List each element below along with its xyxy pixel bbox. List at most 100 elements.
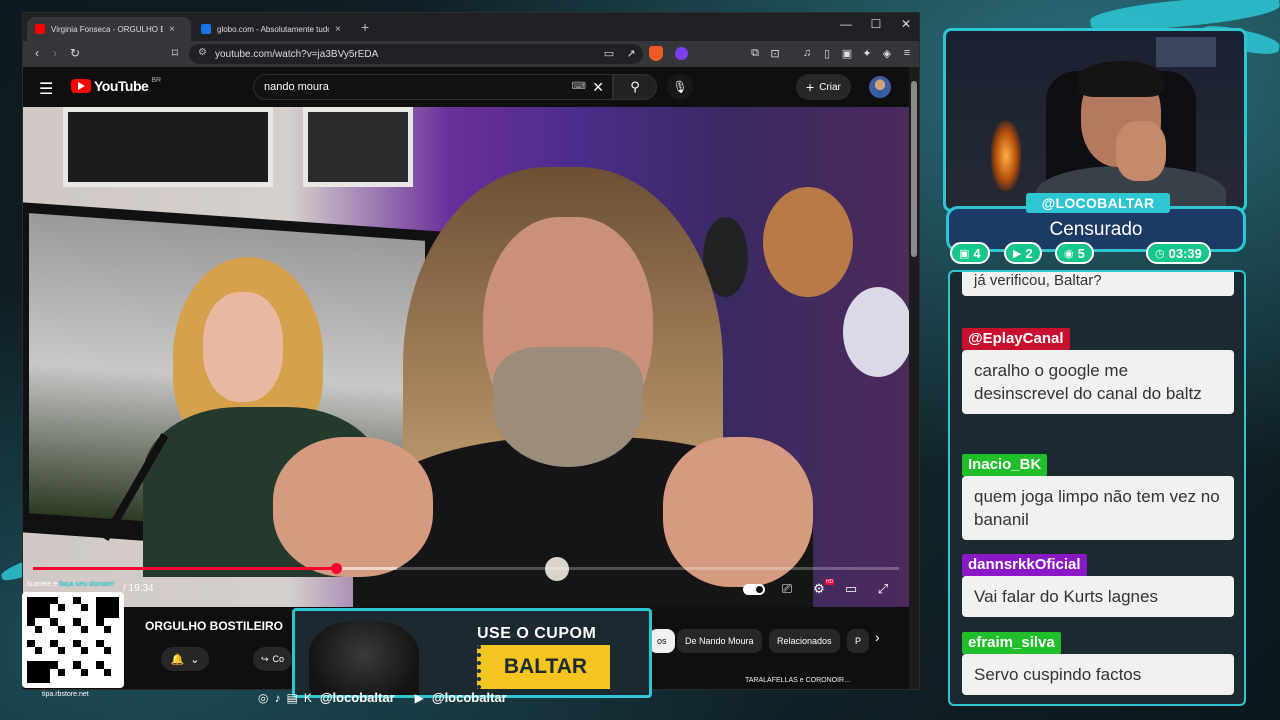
- guitar: [763, 187, 853, 297]
- qr-module: [95, 639, 104, 648]
- close-window-button[interactable]: ✕: [891, 17, 919, 31]
- qr-module: [50, 654, 58, 661]
- create-button[interactable]: + Criar: [796, 74, 851, 100]
- coupon-label: USE O CUPOM: [477, 625, 597, 642]
- qr-module: [27, 654, 35, 661]
- chip-filter[interactable]: os: [649, 629, 675, 653]
- qr-module: [27, 668, 35, 676]
- chat-message-partial: já verificou, Baltar?: [962, 272, 1234, 296]
- qr-module: [111, 597, 119, 605]
- qr-module: [103, 597, 112, 605]
- chip-filter[interactable]: De Nando Moura: [677, 629, 762, 653]
- video-player[interactable]: / 19:34 ⎚ ⚙ HD ▭ ⤢: [23, 107, 911, 607]
- qr-module: [104, 661, 112, 668]
- page-scrollbar[interactable]: [909, 67, 919, 689]
- create-label: Criar: [819, 81, 841, 93]
- voice-search-button[interactable]: 🎙: [667, 74, 693, 100]
- share-icon[interactable]: ↗: [623, 47, 639, 60]
- qr-module: [65, 661, 73, 668]
- region-code: BR: [151, 76, 162, 84]
- fullscreen-icon[interactable]: ⤢: [872, 581, 894, 597]
- leo-ai-icon[interactable]: ✦: [859, 47, 875, 60]
- qr-module: [42, 597, 50, 605]
- social-handles: ◎ ♪ ▤ K @locobaltar ▶ @locobaltar: [258, 690, 521, 705]
- notification-bell-button[interactable]: 🔔 ⌄: [161, 647, 209, 671]
- chat-text: caralho o google me desinscrevel do cana…: [962, 350, 1234, 414]
- qr-module: [50, 676, 58, 683]
- qr-module: [42, 647, 50, 654]
- extensions-icon[interactable]: ⧉: [747, 47, 763, 60]
- subtitles-icon[interactable]: ⎚: [776, 581, 798, 597]
- youtube-icon: ▶: [414, 690, 424, 705]
- streamer-hair: [1078, 61, 1164, 97]
- youtube-favicon-icon: [35, 24, 45, 34]
- chip-label: De Nando Moura: [685, 636, 754, 646]
- qr-module: [72, 661, 81, 669]
- cast-icon[interactable]: ▭: [601, 47, 617, 60]
- keyboard-icon[interactable]: ⌨: [572, 81, 586, 92]
- qr-module: [50, 604, 58, 611]
- qr-module: [35, 640, 43, 647]
- chevron-right-icon[interactable]: ›: [875, 629, 880, 645]
- hd-badge: HD: [825, 579, 835, 585]
- qr-module: [104, 676, 112, 683]
- media-icon[interactable]: ♫: [799, 47, 815, 59]
- new-tab-button[interactable]: +: [361, 19, 369, 35]
- search-input[interactable]: nando moura ⌨ ✕: [253, 74, 613, 100]
- bell-icon: 🔔: [170, 653, 185, 666]
- tab-globo[interactable]: globo.com - Absolutamente tudo sobre not…: [193, 17, 357, 41]
- vpn-icon[interactable]: ◈: [879, 47, 895, 60]
- reload-icon[interactable]: ↻: [67, 46, 83, 60]
- qr-module: [34, 668, 43, 676]
- menu-icon[interactable]: ≡: [899, 47, 915, 59]
- qr-module: [34, 611, 43, 619]
- qr-module: [81, 640, 89, 647]
- back-arrow-icon[interactable]: ‹: [29, 46, 45, 60]
- sidebar-icon[interactable]: ▯: [819, 47, 835, 60]
- forward-arrow-icon[interactable]: ›: [47, 46, 63, 60]
- qr-module: [104, 618, 112, 625]
- qr-module: [88, 669, 96, 676]
- clear-search-icon[interactable]: ✕: [592, 79, 604, 96]
- qr-module: [96, 654, 104, 661]
- minimize-button[interactable]: —: [831, 17, 861, 31]
- microphone-icon: 🎙: [672, 80, 688, 94]
- tab-youtube[interactable]: Virginia Fonseca - ORGULHO BOSTI ×: [27, 17, 191, 41]
- maximize-button[interactable]: ☐: [861, 17, 891, 31]
- qr-module: [111, 611, 119, 619]
- video-title: ORGULHO BOSTILEIRO: [145, 619, 283, 633]
- address-bar[interactable]: ⚙ youtube.com/watch?v=ja3BVy5rEDA: [189, 44, 643, 64]
- qr-module: [73, 669, 81, 676]
- site-info-icon[interactable]: ⚙: [198, 47, 207, 58]
- youtube-logo[interactable]: YouTube BR: [71, 76, 162, 94]
- close-tab-icon[interactable]: ×: [335, 24, 341, 35]
- wallet-icon[interactable]: ▣: [839, 47, 855, 60]
- qr-module: [50, 611, 58, 618]
- screenshot-icon[interactable]: ⊡: [767, 47, 783, 60]
- chat-username: Inacio_BK: [962, 454, 1048, 476]
- scrollbar-thumb[interactable]: [911, 81, 917, 257]
- qr-module: [73, 654, 81, 661]
- guide-menu-icon[interactable]: ☰: [39, 79, 53, 99]
- coupon-banner: USE O CUPOM BALTAR: [292, 608, 652, 698]
- share-button[interactable]: ↪ Co: [253, 647, 293, 671]
- chat-username: efraim_silva: [962, 632, 1061, 654]
- qr-module: [111, 647, 119, 654]
- brave-rewards-icon[interactable]: [675, 47, 688, 60]
- bookmark-icon[interactable]: ⌑: [167, 46, 183, 60]
- autoplay-toggle[interactable]: [743, 584, 765, 595]
- close-tab-icon[interactable]: ×: [169, 24, 175, 35]
- progress-bar[interactable]: [33, 563, 899, 574]
- chip-filter[interactable]: Relacionados: [769, 629, 840, 653]
- theater-mode-icon[interactable]: ▭: [840, 581, 862, 597]
- qr-module: [72, 597, 81, 605]
- brave-shields-icon[interactable]: [649, 46, 663, 61]
- plus-icon: +: [806, 79, 815, 95]
- avatar[interactable]: [869, 76, 891, 98]
- qr-module: [65, 633, 73, 640]
- chip-filter[interactable]: P: [847, 629, 870, 653]
- qr-module: [111, 640, 119, 647]
- qr-module: [73, 676, 81, 683]
- recommended-video-title[interactable]: TARALAFELLAS e CORONOIR...: [745, 677, 850, 684]
- search-button[interactable]: ⚲: [613, 74, 657, 100]
